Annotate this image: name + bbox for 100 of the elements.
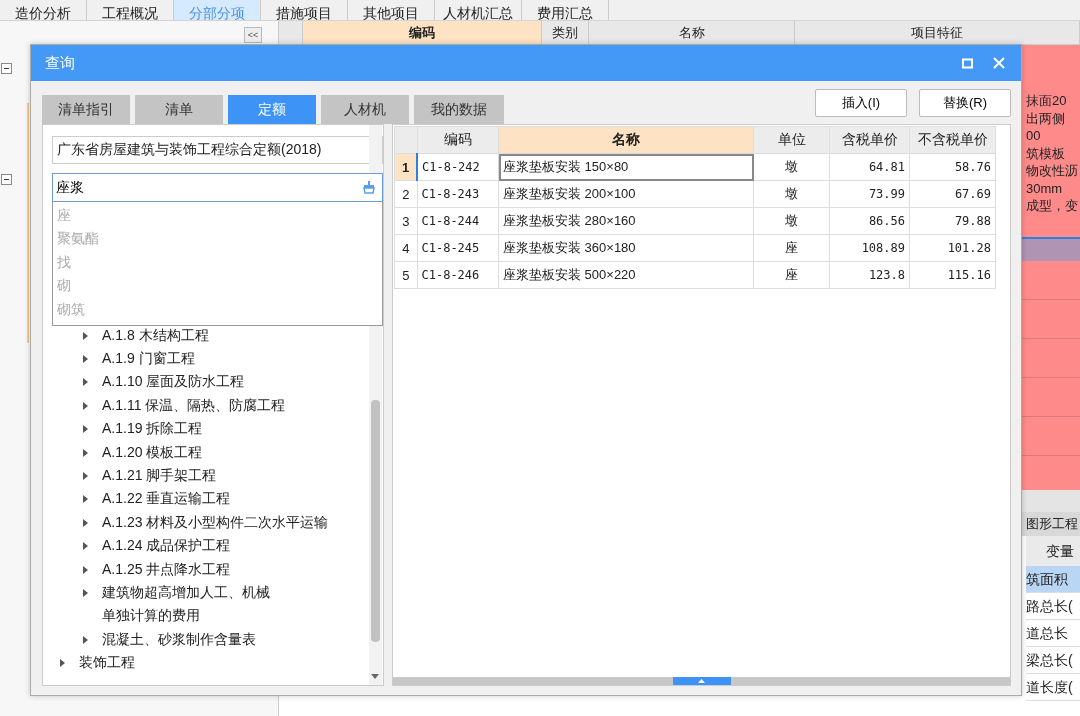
expand-arrow-icon[interactable] bbox=[83, 448, 88, 457]
expand-arrow-icon[interactable] bbox=[83, 518, 88, 527]
feature-text: 00 bbox=[1026, 127, 1042, 145]
table-cell: 墩 bbox=[753, 153, 830, 181]
feature-text: 30mm bbox=[1026, 179, 1064, 197]
table-cell: 座浆垫板安装 150×80 bbox=[498, 153, 754, 181]
tree-item[interactable]: A.1.22 垂直运输工程 bbox=[102, 490, 231, 509]
expand-arrow-icon[interactable] bbox=[83, 542, 88, 551]
expand-arrow-icon[interactable] bbox=[83, 589, 88, 597]
table-cell: 73.99 bbox=[829, 180, 910, 208]
tree-item[interactable]: 混凝土、砂浆制作含量表 bbox=[102, 630, 256, 649]
module-tab[interactable]: 措施项目 bbox=[261, 0, 348, 20]
row-number: 3 bbox=[394, 207, 417, 235]
table-cell: 86.56 bbox=[829, 207, 910, 235]
tree-item[interactable]: 建筑物超高增加人工、机械 bbox=[102, 584, 270, 602]
table-cell: 座 bbox=[753, 234, 830, 262]
tree-item[interactable]: A.1.19 拆除工程 bbox=[102, 420, 203, 439]
tree-item[interactable]: 装饰工程 bbox=[79, 654, 135, 673]
table-cell: C1-8-245 bbox=[417, 234, 499, 262]
table-cell: 墩 bbox=[753, 207, 830, 235]
expand-arrow-icon[interactable] bbox=[83, 635, 88, 644]
collapse-icon[interactable] bbox=[1, 63, 12, 74]
feature-text: 物改性沥 bbox=[1026, 162, 1079, 180]
table-cell: 座浆垫板安装 500×220 bbox=[498, 261, 754, 289]
expand-arrow-icon[interactable] bbox=[83, 565, 88, 574]
expand-arrow-icon[interactable] bbox=[83, 495, 88, 504]
feature-text: 筑模板 bbox=[1026, 144, 1066, 162]
table-cell: 座浆垫板安装 280×160 bbox=[498, 207, 754, 235]
tree-item[interactable]: A.1.8 木结构工程 bbox=[102, 326, 209, 345]
variable-cell[interactable]: 筑面积 bbox=[1026, 566, 1080, 593]
expand-arrow-icon[interactable] bbox=[83, 378, 88, 387]
library-tab[interactable]: 我的数据 bbox=[414, 95, 504, 124]
table-cell: C1-8-244 bbox=[417, 207, 499, 235]
collapse-icon[interactable] bbox=[1, 174, 12, 185]
column-header: 变量 bbox=[1026, 536, 1080, 566]
table-cell: 64.81 bbox=[829, 153, 910, 181]
table-cell: 108.89 bbox=[829, 234, 910, 262]
maximize-icon[interactable] bbox=[962, 57, 973, 69]
variable-cell[interactable]: 道总长 bbox=[1026, 620, 1080, 647]
table-cell: 101.28 bbox=[909, 234, 996, 262]
table-cell: 座浆垫板安装 360×180 bbox=[498, 234, 754, 262]
collapse-button[interactable]: << bbox=[244, 27, 262, 43]
scrollbar-thumb[interactable] bbox=[371, 400, 380, 642]
row-number: 5 bbox=[394, 261, 417, 289]
table-cell: 座浆垫板安装 200×100 bbox=[498, 180, 754, 208]
expand-arrow-icon[interactable] bbox=[83, 472, 88, 481]
tree-item[interactable]: A.1.11 保温、隔热、防腐工程 bbox=[102, 396, 286, 415]
expand-arrow-icon[interactable] bbox=[83, 331, 88, 340]
module-tab[interactable]: 造价分析 bbox=[0, 0, 87, 20]
brush-icon[interactable] bbox=[362, 180, 376, 194]
table-cell: 58.76 bbox=[909, 153, 996, 181]
table-cell: C1-8-246 bbox=[417, 261, 499, 289]
table-cell: 123.8 bbox=[829, 261, 910, 289]
module-tab[interactable]: 人材机汇总 bbox=[435, 0, 522, 20]
column-header[interactable]: 名称 bbox=[498, 126, 754, 154]
variable-cell[interactable]: 路总长( bbox=[1026, 593, 1080, 620]
tree-item[interactable]: 单独计算的费用 bbox=[102, 607, 200, 626]
tree-item[interactable]: A.1.23 材料及小型构件二次水平运输 bbox=[102, 513, 329, 532]
tree-item[interactable]: A.1.21 脚手架工程 bbox=[102, 467, 217, 486]
feature-text: 出两侧 bbox=[1026, 109, 1066, 127]
search-field[interactable]: 座浆 bbox=[52, 173, 383, 202]
row-number: 4 bbox=[394, 234, 417, 262]
expand-arrow-icon[interactable] bbox=[60, 659, 65, 668]
tree-item[interactable]: A.1.25 井点降水工程 bbox=[102, 560, 231, 579]
tree-item[interactable]: A.1.9 门窗工程 bbox=[102, 350, 195, 369]
variable-cell[interactable]: 道长度( bbox=[1026, 674, 1080, 701]
feature-text: 成型，变 bbox=[1026, 197, 1079, 215]
column-header: 编码 bbox=[303, 21, 542, 44]
close-icon[interactable] bbox=[993, 57, 1005, 69]
library-tab[interactable]: 清单指引 bbox=[42, 95, 130, 124]
table-cell: C1-8-242 bbox=[417, 153, 499, 181]
row-number: 2 bbox=[394, 180, 417, 208]
table-cell: C1-8-243 bbox=[417, 180, 499, 208]
table-cell: 座 bbox=[753, 261, 830, 289]
column-header[interactable]: 不含税单价 bbox=[909, 126, 996, 154]
scroll-down-icon[interactable] bbox=[371, 674, 379, 679]
module-tab[interactable]: 其他项目 bbox=[348, 0, 435, 20]
action-button[interactable]: 替换(R) bbox=[919, 89, 1011, 117]
library-tab[interactable]: 人材机 bbox=[321, 95, 409, 124]
expand-arrow-icon[interactable] bbox=[83, 355, 88, 364]
feature-text: 抹面20 bbox=[1026, 92, 1068, 110]
library-tab[interactable]: 清单 bbox=[135, 95, 223, 124]
tree-item[interactable]: A.1.24 成品保护工程 bbox=[102, 537, 231, 556]
dialog-title: 查询 bbox=[45, 53, 76, 73]
splitter-handle[interactable] bbox=[672, 677, 731, 685]
table-cell: 115.16 bbox=[909, 261, 996, 289]
table-cell: 67.69 bbox=[909, 180, 996, 208]
column-header[interactable]: 含税单价 bbox=[829, 126, 910, 154]
module-tab[interactable]: 费用汇总 bbox=[522, 0, 609, 20]
variable-cell[interactable]: 梁总长( bbox=[1026, 647, 1080, 674]
tree-item[interactable]: A.1.10 屋面及防水工程 bbox=[102, 373, 245, 392]
column-header[interactable]: 单位 bbox=[753, 126, 830, 154]
tree-item[interactable]: A.1.20 模板工程 bbox=[102, 443, 203, 462]
expand-arrow-icon[interactable] bbox=[83, 401, 88, 410]
expand-arrow-icon[interactable] bbox=[83, 425, 88, 434]
table-cell: 79.88 bbox=[909, 207, 996, 235]
table-cell: 墩 bbox=[753, 180, 830, 208]
action-button[interactable]: 插入(I) bbox=[815, 89, 907, 117]
column-header[interactable]: 编码 bbox=[417, 126, 499, 154]
library-dropdown[interactable]: 广东省房屋建筑与装饰工程综合定额(2018) bbox=[52, 136, 383, 164]
